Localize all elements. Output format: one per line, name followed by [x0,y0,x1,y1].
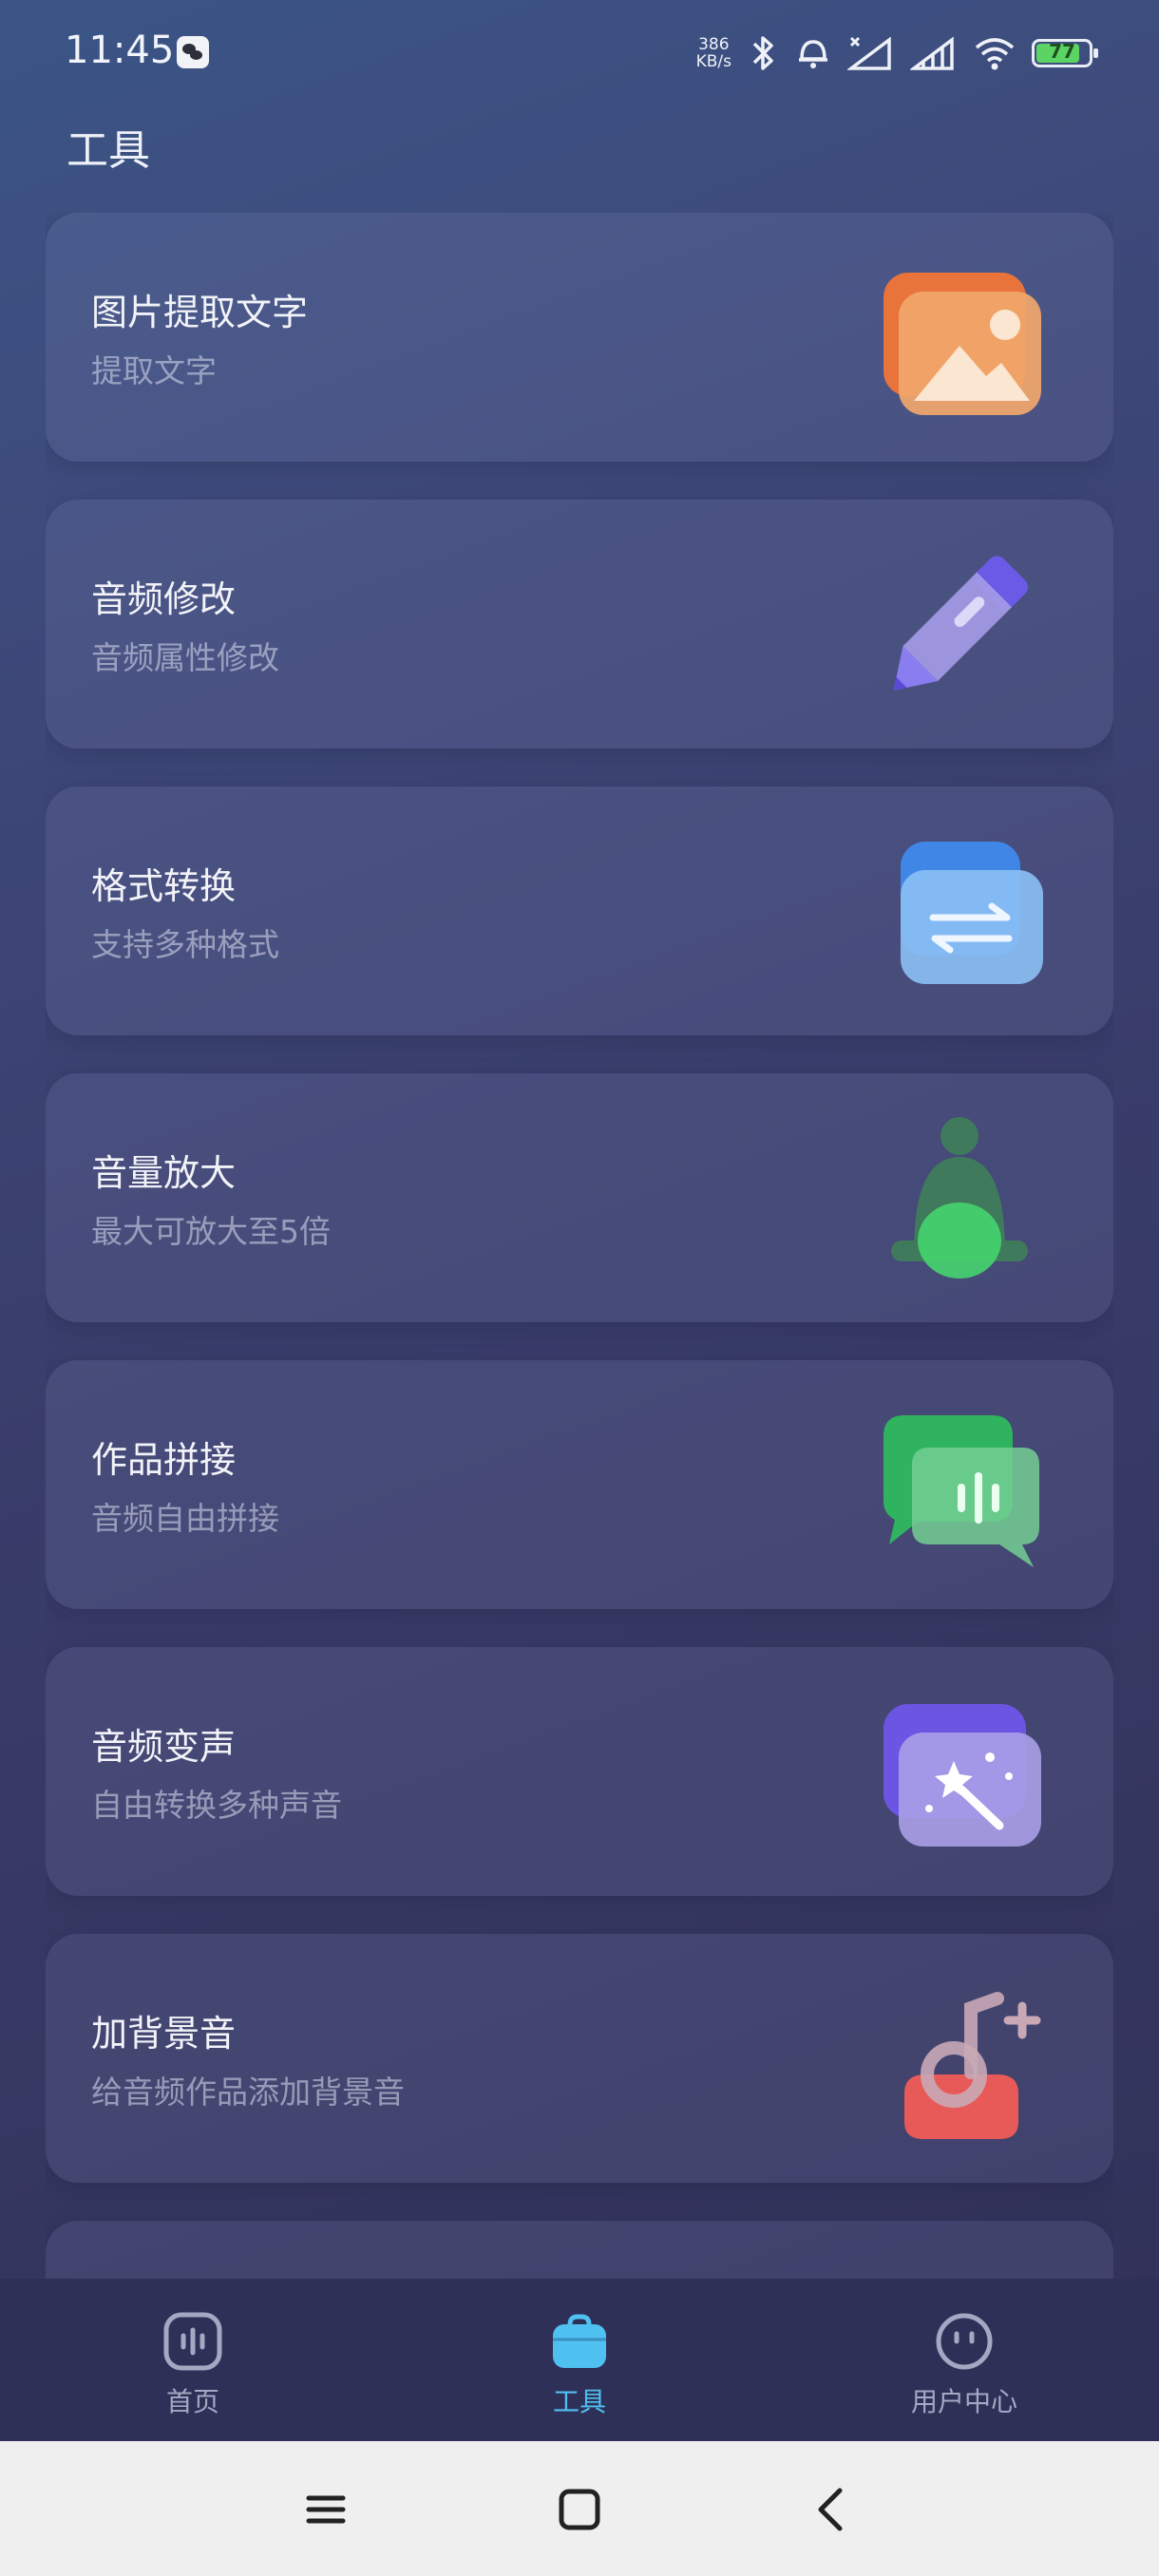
menu-icon[interactable] [297,2481,354,2538]
tool-card-volume-boost[interactable]: 音量放大 最大可放大至5倍 [46,1073,1113,1322]
tool-card-image-text[interactable]: 图片提取文字 提取文字 [46,213,1113,462]
tool-subtitle: 音频自由拼接 [91,1500,279,1537]
wifi-icon [973,34,1016,72]
tool-subtitle: 提取文字 [91,352,217,389]
tool-card-add-bgm[interactable]: 加背景音 给音频作品添加背景音 [46,1934,1113,2183]
tool-title: 作品拼接 [91,1439,237,1481]
tool-subtitle: 音频属性修改 [91,639,279,676]
tab-user-center[interactable]: 用户中心 [869,2311,1059,2419]
battery-level: 77 [1049,40,1075,63]
tool-title: 音频修改 [91,578,237,620]
tool-title: 格式转换 [91,865,237,907]
bluetooth-icon [747,34,779,72]
status-icons: 386 KB/s 77 [696,34,1098,72]
status-bar: 11:45 386 KB/s 77 [0,0,1159,104]
tool-title: 音量放大 [91,1152,237,1194]
signal-icon [910,34,958,72]
magic-wand-icon [866,1683,1047,1864]
tool-title: 音频变声 [91,1726,237,1768]
user-face-icon [934,2311,995,2372]
system-navigation-bar [0,2441,1159,2576]
chat-waveform-icon [866,1396,1047,1577]
bottom-tab-bar: 首页 工具 用户中心 [0,2279,1159,2441]
page-title: 工具 [66,126,150,175]
music-add-icon [866,1970,1047,2150]
tool-subtitle: 最大可放大至5倍 [91,1213,331,1250]
battery-icon: 77 [1032,39,1098,67]
partial-icon [866,2257,1047,2279]
wechat-notification-icon [177,36,209,68]
tab-home[interactable]: 首页 [98,2311,288,2419]
tool-subtitle: 自由转换多种声音 [91,1787,342,1824]
tab-label: 首页 [165,2386,219,2417]
network-speed-value: 386 [698,35,730,54]
bell-icon [866,1109,1047,1290]
tool-card-format-convert[interactable]: 格式转换 支持多种格式 [46,786,1113,1035]
tool-title: 图片提取文字 [91,292,309,333]
tool-title: 加背景音 [91,2013,237,2055]
tool-subtitle: 支持多种格式 [91,926,279,963]
pencil-icon [866,536,1047,716]
signal-no-sim-icon [847,34,895,72]
back-icon[interactable] [804,2481,861,2538]
network-speed-unit: KB/s [695,52,732,71]
tab-label: 用户中心 [910,2386,1017,2417]
home-waveform-icon [162,2311,223,2372]
tool-card-audio-splice[interactable]: 作品拼接 音频自由拼接 [46,1360,1113,1609]
status-time: 11:45 [65,28,175,72]
alarm-icon [794,34,832,72]
toolbox-icon [549,2311,610,2372]
tool-card-voice-change[interactable]: 音频变声 自由转换多种声音 [46,1647,1113,1896]
image-icon [866,249,1047,429]
tab-label: 工具 [552,2386,606,2417]
tool-list[interactable]: 图片提取文字 提取文字 音频修改 音频属性修改 格式转换 支持多种格式 音量放大… [46,213,1113,2279]
network-speed: 386 KB/s [696,36,732,70]
convert-icon [866,823,1047,1003]
home-square-icon[interactable] [551,2481,608,2538]
tool-card-partial[interactable] [46,2221,1113,2279]
tool-card-audio-edit[interactable]: 音频修改 音频属性修改 [46,500,1113,748]
tool-subtitle: 给音频作品添加背景音 [91,2074,405,2111]
tab-tools[interactable]: 工具 [484,2311,674,2419]
